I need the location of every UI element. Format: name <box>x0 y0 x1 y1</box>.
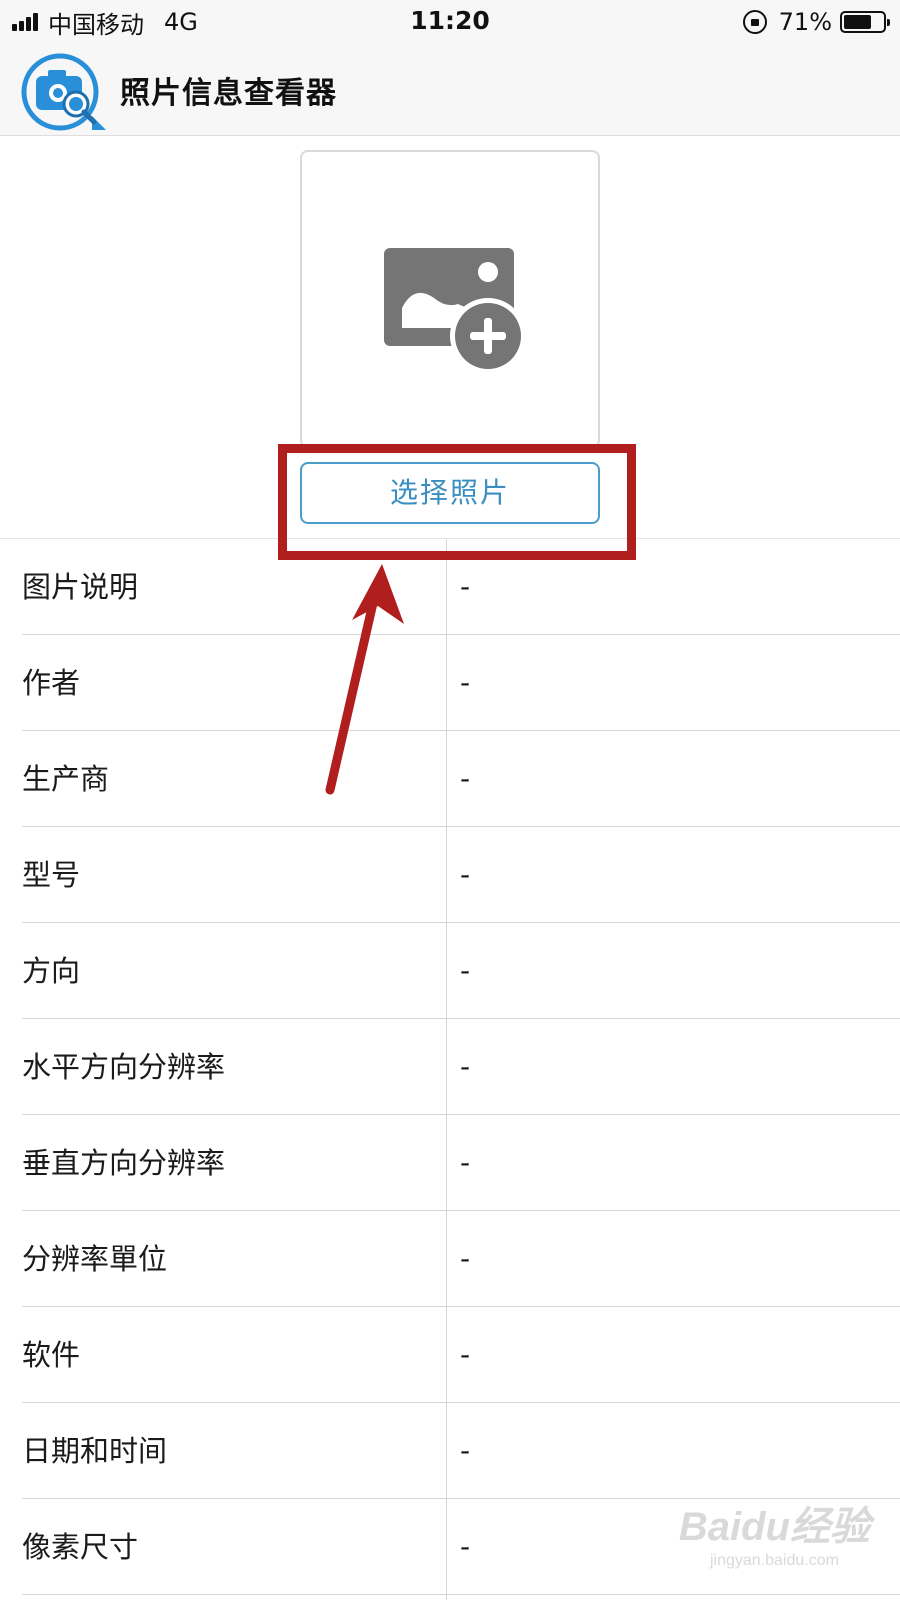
baidu-watermark: Baidu经验 jingyan.baidu.com <box>679 1494 870 1570</box>
orientation-lock-icon <box>742 10 767 34</box>
info-row-label: 分辨率單位 <box>22 1242 168 1276</box>
info-row: 图片说明 - <box>0 539 900 635</box>
battery-icon <box>840 11 890 33</box>
info-row: 垂直方向分辨率 - <box>0 1115 900 1211</box>
add-photo-icon <box>384 248 526 374</box>
photo-preview-box[interactable] <box>300 150 600 448</box>
select-photo-button[interactable]: 选择照片 <box>300 462 600 524</box>
info-rows: 图片说明 - 作者 - 生产商 - 型号 - 方向 - 水平方向分辨率 - 垂直方向分辨率 - 分辨率單位 -… <box>0 539 900 1595</box>
info-row-label: 像素尺寸 <box>22 1530 139 1564</box>
info-row-value: - <box>460 666 471 699</box>
info-row: 生产商 - <box>0 731 900 827</box>
info-row-value: - <box>460 858 471 891</box>
info-row-label: 日期和时间 <box>22 1434 168 1468</box>
info-row-value: - <box>460 1242 471 1275</box>
info-row-label: 作者 <box>22 666 81 700</box>
watermark-logo: Baidu经验 <box>678 1505 870 1549</box>
app-header: 照片信息查看器 <box>0 44 900 136</box>
info-row-value: - <box>460 1338 471 1371</box>
info-row-label: 软件 <box>22 1338 81 1372</box>
camera-magnifier-icon <box>21 53 106 131</box>
info-row: 水平方向分辨率 - <box>0 1019 900 1115</box>
info-row: 日期和时间 - <box>0 1403 900 1499</box>
info-row-value: - <box>460 1050 471 1083</box>
info-row: 软件 - <box>0 1307 900 1403</box>
info-row-label: 方向 <box>22 954 81 988</box>
battery-percent: 71% <box>778 8 832 36</box>
info-row-label: 生产商 <box>22 762 110 796</box>
info-row-value: - <box>460 570 471 603</box>
info-row-value: - <box>460 1434 471 1467</box>
battery-fill <box>844 15 871 29</box>
info-row-label: 垂直方向分辨率 <box>22 1146 226 1180</box>
info-row-value: - <box>460 1146 471 1179</box>
info-row: 作者 - <box>0 635 900 731</box>
info-row: 分辨率單位 - <box>0 1211 900 1307</box>
info-row-value: - <box>460 762 471 795</box>
info-row-label: 水平方向分辨率 <box>22 1050 226 1084</box>
info-row: 方向 - <box>0 923 900 1019</box>
info-row: 型号 - <box>0 827 900 923</box>
app-title: 照片信息查看器 <box>120 76 337 111</box>
info-row-label: 型号 <box>22 858 81 892</box>
watermark-url: jingyan.baidu.com <box>709 1552 839 1569</box>
photo-info-table: 图片说明 - 作者 - 生产商 - 型号 - 方向 - 水平方向分辨率 - 垂直方向分辨率 - 分辨率單位 -… <box>0 538 900 1600</box>
info-row-value: - <box>460 1530 471 1563</box>
status-bar: 中国移动 4G 11:20 71% <box>0 0 900 44</box>
status-right: 71% <box>742 7 890 37</box>
info-row-label: 图片说明 <box>22 570 139 604</box>
info-row-value: - <box>460 954 471 987</box>
